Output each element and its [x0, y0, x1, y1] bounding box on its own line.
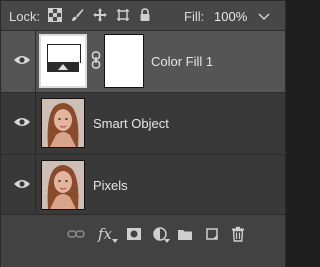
visibility-eye-icon[interactable] — [13, 115, 31, 129]
visibility-eye-icon[interactable] — [13, 53, 31, 67]
layer-name[interactable]: Color Fill 1 — [151, 54, 213, 69]
lock-position-icon[interactable] — [92, 7, 108, 23]
add-mask-icon[interactable] — [125, 225, 143, 243]
adjustment-menu-triangle — [164, 239, 170, 243]
prevent-auto-nesting-icon[interactable] — [115, 7, 131, 23]
row-divider — [35, 155, 36, 216]
fill-icon-triangle — [58, 64, 68, 70]
layer-row-smart-object[interactable]: Smart Object — [1, 93, 285, 155]
portrait-thumbnail[interactable] — [41, 98, 85, 148]
layer-name[interactable]: Smart Object — [93, 116, 169, 131]
layers-bottom-toolbar: fx — [1, 214, 285, 267]
row-divider — [35, 31, 36, 92]
chevron-down-icon[interactable] — [257, 10, 271, 22]
fx-label: fx — [97, 225, 112, 243]
layers-panel: Lock: Fill: 100% Color Fill 1 Smart Obje… — [0, 0, 286, 267]
row-divider — [35, 93, 36, 154]
layer-style-menu-triangle — [112, 239, 118, 243]
lock-fill-bar: Lock: Fill: 100% — [1, 1, 285, 31]
portrait-thumbnail[interactable] — [41, 160, 85, 210]
fill-layer-thumbnail[interactable] — [39, 34, 87, 88]
lock-label: Lock: — [9, 9, 41, 24]
layer-mask-thumbnail[interactable] — [104, 34, 144, 88]
layer-row-color-fill[interactable]: Color Fill 1 — [1, 31, 285, 93]
chain-link-icon[interactable] — [91, 51, 101, 69]
lock-all-icon[interactable] — [137, 7, 153, 23]
trash-icon[interactable] — [229, 225, 247, 243]
fill-label: Fill: — [184, 9, 205, 24]
layer-name[interactable]: Pixels — [93, 178, 128, 193]
lock-image-pixels-icon[interactable] — [69, 7, 85, 23]
new-layer-icon[interactable] — [203, 225, 221, 243]
fill-opacity-field[interactable]: 100% — [214, 9, 247, 24]
layer-row-pixels[interactable]: Pixels — [1, 155, 285, 217]
lock-transparent-pixels-icon[interactable] — [47, 7, 63, 23]
link-layers-icon[interactable] — [67, 225, 85, 243]
group-folder-icon[interactable] — [176, 225, 194, 243]
visibility-eye-icon[interactable] — [13, 177, 31, 191]
fill-icon-swatch — [47, 44, 81, 63]
